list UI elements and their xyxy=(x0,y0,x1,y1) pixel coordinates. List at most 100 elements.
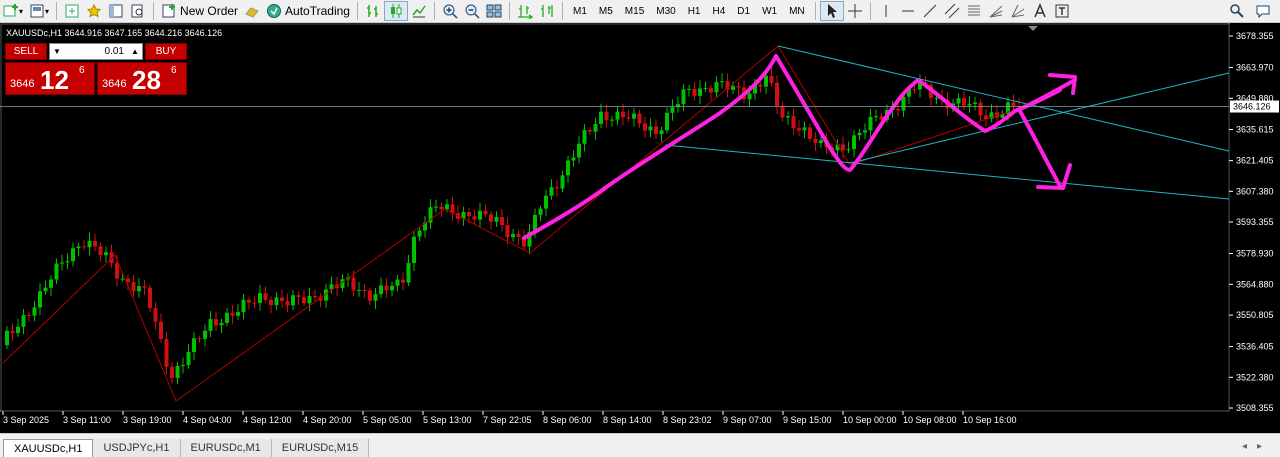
fibonacci-fan-button[interactable] xyxy=(985,1,1007,21)
toolbar-separator xyxy=(869,2,871,20)
timeframe-h4[interactable]: H4 xyxy=(707,1,732,21)
candle-body xyxy=(544,195,548,209)
search-button[interactable] xyxy=(1226,1,1248,21)
terminal-button[interactable] xyxy=(105,1,127,21)
price-tick-label: 3663.970 xyxy=(1236,62,1274,72)
lot-size-field[interactable]: ▼ 0.01 ▲ xyxy=(49,43,143,60)
autotrading-button[interactable]: AutoTrading xyxy=(263,1,353,21)
trendline[interactable] xyxy=(777,45,1230,152)
chart-shift-marker[interactable] xyxy=(1028,26,1038,31)
time-tick-label: 4 Sep 12:00 xyxy=(243,415,292,425)
gann-button[interactable] xyxy=(1007,1,1029,21)
arrow-down-drawing[interactable] xyxy=(1018,109,1072,190)
timeframe-d1[interactable]: D1 xyxy=(731,1,756,21)
candle-body xyxy=(478,210,482,220)
chevron-down-icon[interactable]: ▼ xyxy=(50,47,64,56)
candle-body xyxy=(852,135,856,150)
market-watch-button[interactable] xyxy=(61,1,83,21)
profiles-icon xyxy=(30,4,44,18)
price-tick-label: 3564.880 xyxy=(1236,279,1274,289)
time-tick-label: 5 Sep 13:00 xyxy=(423,415,472,425)
timeframe-w1[interactable]: W1 xyxy=(756,1,783,21)
text-label-button[interactable] xyxy=(1051,1,1073,21)
trendline-button[interactable] xyxy=(919,1,941,21)
tab-xauusdc-h1[interactable]: XAUUSDc,H1 xyxy=(3,439,94,457)
candle-body xyxy=(588,130,592,132)
zoom-out-button[interactable] xyxy=(461,1,483,21)
line-chart-button[interactable] xyxy=(408,1,430,21)
price-axis[interactable]: 3678.3553663.9703649.8803635.6153621.405… xyxy=(0,31,1279,413)
hand-drawing[interactable] xyxy=(522,54,1077,240)
timeframe-m1[interactable]: M1 xyxy=(567,1,593,21)
timeframe-m30[interactable]: M30 xyxy=(650,1,681,21)
bar-chart-button[interactable] xyxy=(362,1,384,21)
lot-size-value: 0.01 xyxy=(104,46,124,57)
text-button[interactable] xyxy=(1029,1,1051,21)
trendline[interactable] xyxy=(664,144,1230,200)
price-chart[interactable]: 3678.3553663.9703649.8803635.6153621.405… xyxy=(0,23,1280,433)
candle-body xyxy=(797,128,801,131)
time-axis[interactable]: 3 Sep 2025 3 Sep 11:00 3 Sep 19:00 4 Sep 04… xyxy=(2,411,1017,425)
candle-body xyxy=(16,326,20,334)
crosshair-button[interactable] xyxy=(844,1,866,21)
tab-usdjpyc-h1[interactable]: USDJPYc,H1 xyxy=(93,439,181,457)
strategy-tester-button[interactable] xyxy=(127,1,149,21)
sell-price-box[interactable]: 3646 12 6 xyxy=(5,62,95,95)
candle-body xyxy=(720,81,724,83)
tab-eurusdc-m15[interactable]: EURUSDc,M15 xyxy=(271,439,370,457)
tile-windows-button[interactable] xyxy=(483,1,505,21)
chart-shift-icon xyxy=(540,5,553,17)
navigator-button[interactable] xyxy=(83,1,105,21)
candle-body xyxy=(819,140,823,144)
tab-scroll-arrows[interactable]: ◂▸ xyxy=(1242,441,1272,452)
zoom-in-button[interactable] xyxy=(439,1,461,21)
chart-shift-button[interactable] xyxy=(536,1,558,21)
time-tick-label: 5 Sep 05:00 xyxy=(363,415,412,425)
candle-body xyxy=(1011,102,1016,106)
candle-body xyxy=(984,115,988,119)
trendlines[interactable] xyxy=(664,45,1230,200)
profiles-button[interactable]: ▾ xyxy=(26,1,52,21)
drawn-price-path[interactable] xyxy=(522,54,1062,240)
candle-body xyxy=(104,252,108,256)
cursor-button[interactable] xyxy=(819,1,844,21)
horizontal-line-button[interactable] xyxy=(897,1,919,21)
new-order-button[interactable]: New Order xyxy=(158,1,241,21)
toolbar-separator xyxy=(56,2,58,20)
candle-body xyxy=(32,307,37,316)
zigzag-line xyxy=(2,45,1021,402)
buy-button[interactable]: BUY xyxy=(145,43,187,60)
tab-eurusdc-m1[interactable]: EURUSDc,M1 xyxy=(180,439,272,457)
candle-body xyxy=(764,75,768,87)
candle-chart-button[interactable] xyxy=(383,1,408,21)
timeframe-m5[interactable]: M5 xyxy=(593,1,619,21)
equidistant-channel-button[interactable] xyxy=(941,1,963,21)
candle-body xyxy=(687,88,691,90)
candle-body xyxy=(76,246,81,249)
timeframe-m15[interactable]: M15 xyxy=(619,1,650,21)
candle-body xyxy=(731,86,735,90)
timeframe-h1[interactable]: H1 xyxy=(682,1,707,21)
fibonacci-retracement-button[interactable] xyxy=(963,1,985,21)
timeframe-mn[interactable]: MN xyxy=(783,1,811,21)
candle-body xyxy=(65,261,70,263)
price-tick-label: 3678.355 xyxy=(1236,31,1274,41)
arrow-up-drawing[interactable] xyxy=(1013,73,1077,113)
buy-price-box[interactable]: 3646 28 6 xyxy=(97,62,187,95)
metaeditor-button[interactable] xyxy=(241,1,263,21)
vertical-line-button[interactable] xyxy=(875,1,897,21)
candle-body xyxy=(494,216,499,222)
new-chart-button[interactable]: ▾ xyxy=(0,1,26,21)
candle-body xyxy=(857,132,862,136)
chart-window[interactable]: 3678.355 3663.970 3649.880 3635.615 3621.405… xyxy=(0,23,1280,433)
candle-body xyxy=(390,285,394,291)
chevron-up-icon[interactable]: ▲ xyxy=(128,47,142,56)
candle-body xyxy=(54,263,59,280)
candle-body xyxy=(901,96,906,111)
auto-scroll-button[interactable] xyxy=(514,1,536,21)
candle-body xyxy=(208,319,213,331)
sell-button[interactable]: SELL xyxy=(5,43,47,60)
time-tick-label: 4 Sep 04:00 xyxy=(183,415,232,425)
chat-button[interactable] xyxy=(1252,1,1274,21)
candle-body xyxy=(285,300,290,306)
